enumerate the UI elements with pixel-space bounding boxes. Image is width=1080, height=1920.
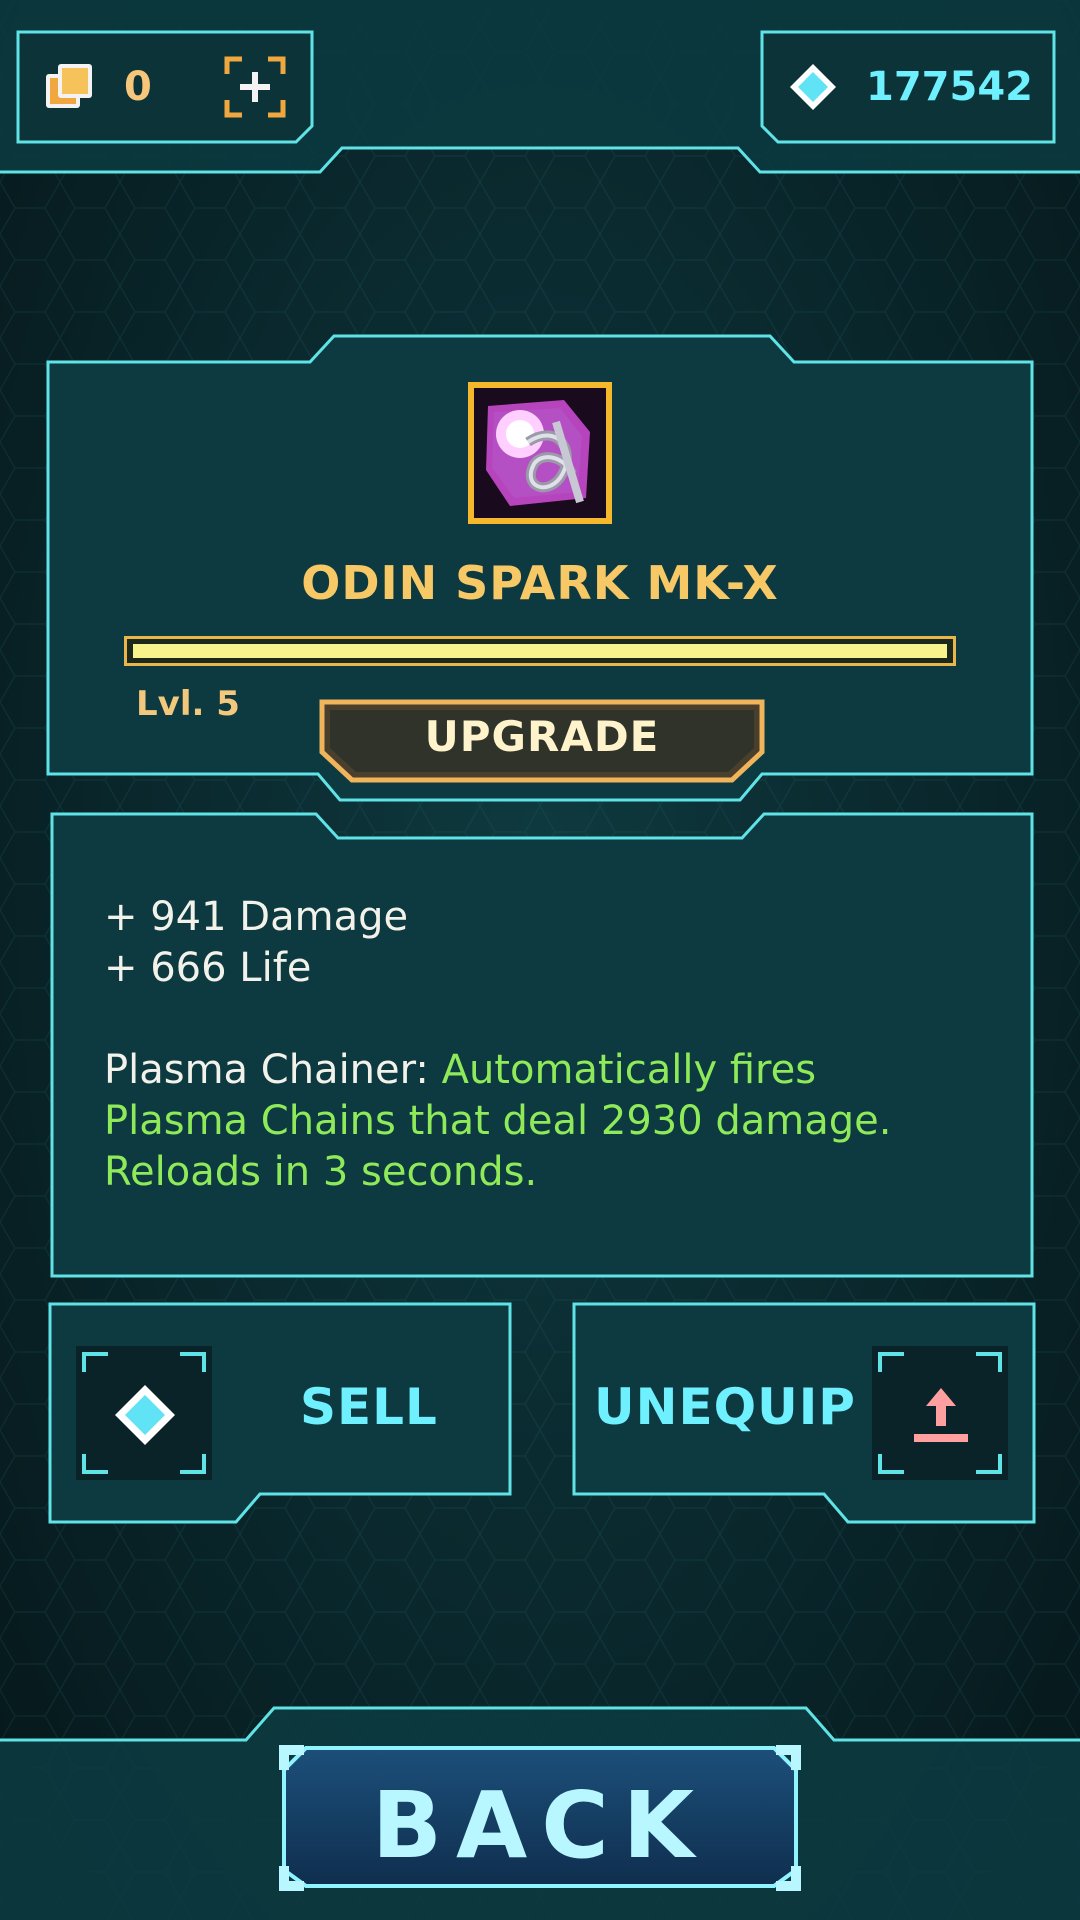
sell-gem-icon [115, 1385, 175, 1445]
add-cards-icon[interactable] [224, 56, 286, 118]
upgrade-button[interactable]: UPGRADE [320, 712, 764, 761]
gem-icon [790, 64, 836, 110]
item-icon [468, 382, 612, 524]
unequip-label[interactable]: UNEQUIP [594, 1378, 856, 1436]
unequip-arrow-icon [914, 1388, 968, 1442]
stats-text: + 941 Damage + 666 Life Plasma Chainer: … [104, 892, 984, 1198]
ability-desc-3: Reloads in 3 seconds. [104, 1149, 538, 1195]
level-progress-fill [133, 644, 947, 658]
cards-icon [46, 64, 92, 108]
level-progress-bar [124, 636, 956, 666]
ability-desc-1: Automatically fires [441, 1047, 817, 1093]
level-label: Lvl. 5 [136, 684, 240, 724]
item-name: ODIN SPARK MK-X [301, 556, 779, 610]
cards-count: 0 [124, 64, 152, 110]
damage-stat: + 941 Damage [104, 894, 409, 940]
ability-desc-2: Plasma Chains that deal 2930 damage. [104, 1098, 892, 1144]
sell-label[interactable]: SELL [300, 1378, 438, 1436]
life-stat: + 666 Life [104, 945, 312, 991]
ability-name: Plasma Chainer: [104, 1047, 442, 1093]
gems-count: 177542 [866, 64, 1033, 110]
back-button[interactable]: BACK [280, 1772, 800, 1879]
